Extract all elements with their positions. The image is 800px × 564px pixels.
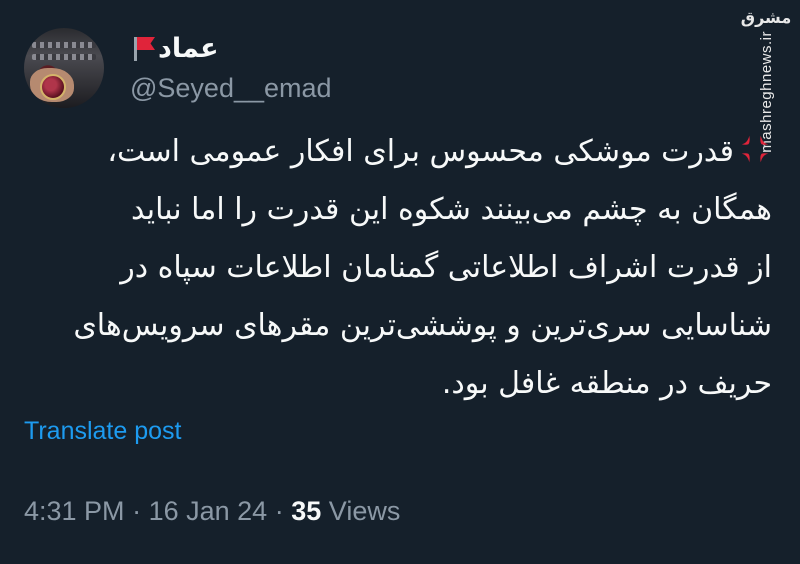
anger-symbol-icon — [741, 135, 769, 163]
views-count[interactable]: 35 — [291, 496, 321, 526]
watermark-logo: مشرق — [740, 8, 792, 27]
meta-separator: · — [132, 496, 142, 526]
display-name-text: عماد — [158, 33, 219, 63]
avatar-detail — [40, 74, 66, 100]
tweet-meta: 4:31 PM · 16 Jan 24 · 35 Views — [24, 494, 400, 528]
avatar-detail — [32, 54, 96, 60]
translate-post-link[interactable]: Translate post — [24, 415, 181, 447]
tweet-text-line: قدرت موشکی محسوس برای افکار عمومی است، — [32, 123, 772, 181]
tweet-text-line-content: قدرت موشکی محسوس برای افکار عمومی است، — [107, 134, 734, 169]
tweet-card: عماد @Seyed__emad مشرق mashreghnews.ir ق… — [0, 0, 800, 564]
tweet-time[interactable]: 4:31 PM — [24, 496, 125, 526]
tweet-text-line: از قدرت اشراف اطلاعاتی گمنامان اطلاعات س… — [120, 250, 772, 285]
avatar-detail — [32, 42, 96, 48]
avatar[interactable] — [24, 28, 104, 108]
tweet-text-line: حریف در منطقه غافل بود. — [441, 366, 772, 401]
user-handle[interactable]: @Seyed__emad — [130, 71, 332, 105]
tweet-text-line: همگان به چشم می‌بینند شکوه این قدرت را ا… — [130, 192, 772, 227]
author-info: عماد @Seyed__emad — [130, 31, 332, 105]
display-name[interactable]: عماد — [130, 31, 332, 65]
tweet-text-line: شناسایی سری‌ترین و پوششی‌ترین مقرهای سرو… — [73, 308, 772, 343]
meta-separator: · — [274, 496, 284, 526]
red-flag-icon — [130, 35, 156, 61]
tweet-header: عماد @Seyed__emad — [24, 28, 332, 108]
views-label: Views — [328, 496, 401, 526]
tweet-text: قدرت موشکی محسوس برای افکار عمومی است، ه… — [32, 123, 772, 413]
tweet-date[interactable]: 16 Jan 24 — [149, 496, 268, 526]
